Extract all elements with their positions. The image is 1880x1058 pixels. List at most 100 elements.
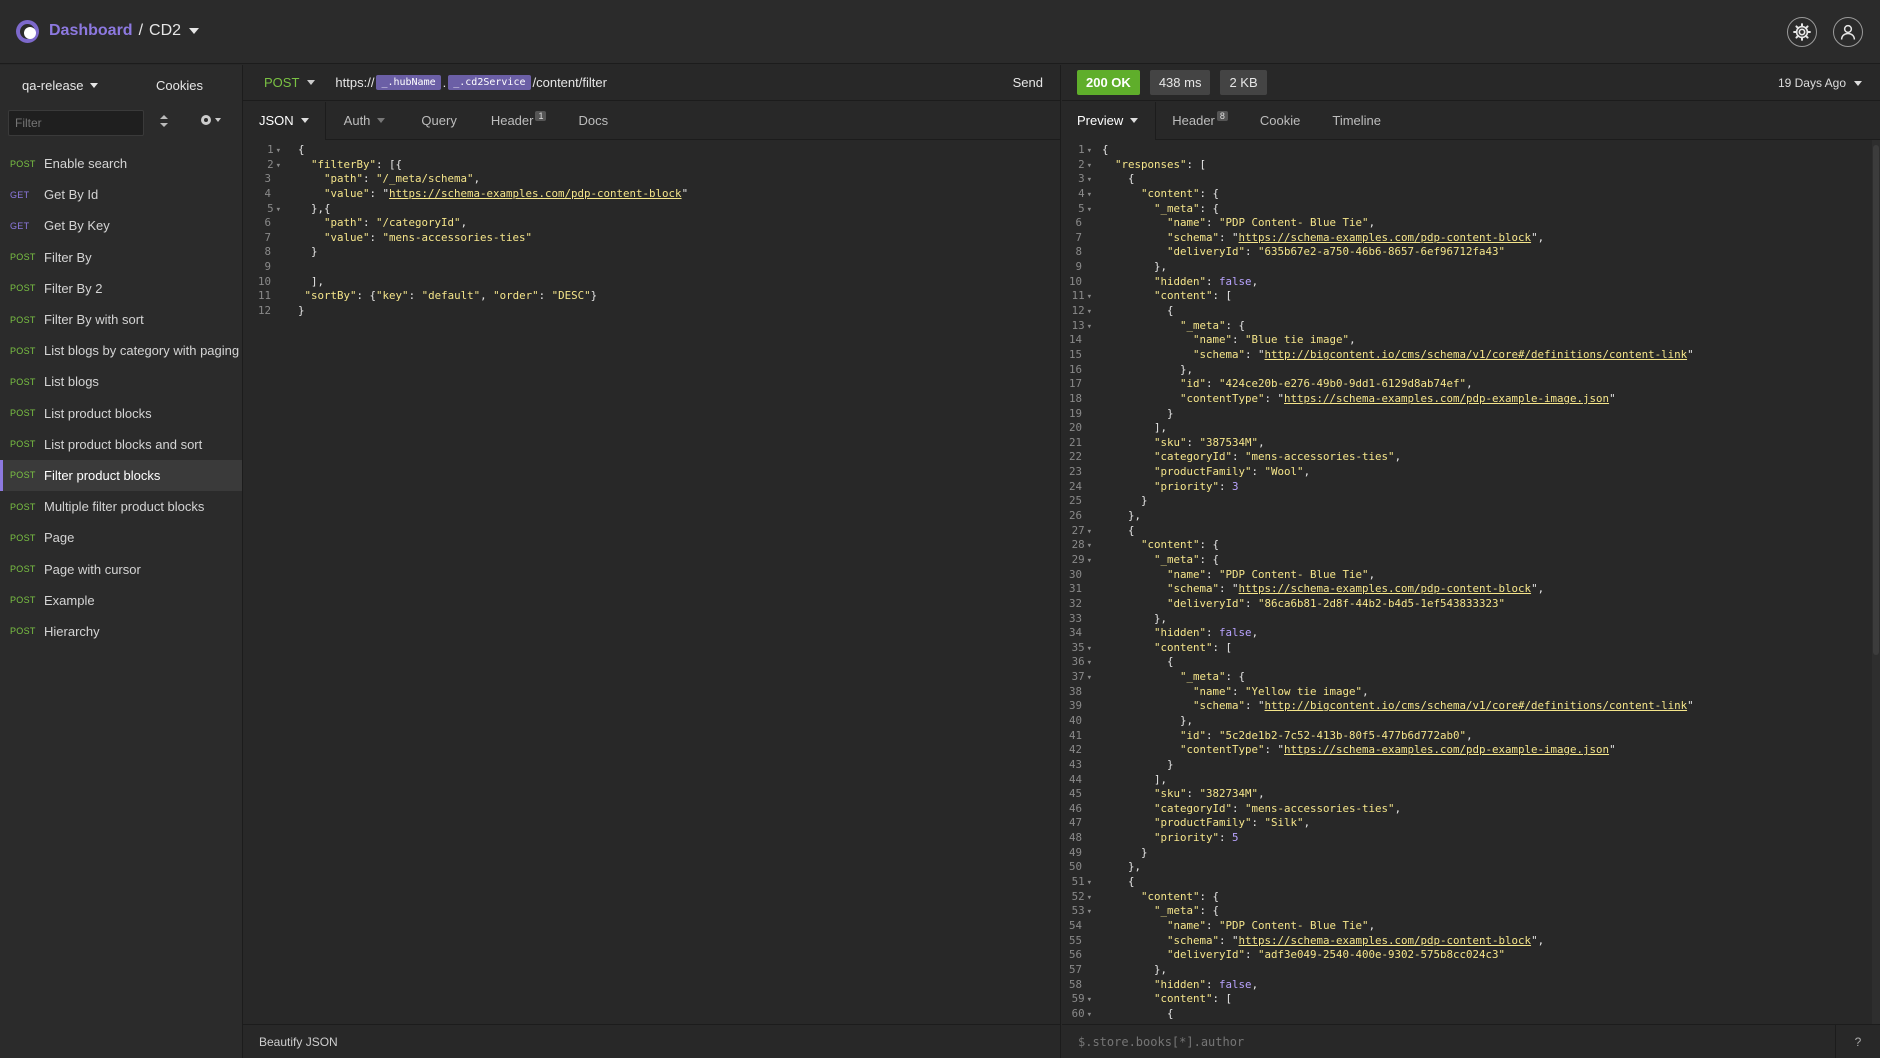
request-name: Enable search — [44, 156, 128, 172]
beautify-json-button[interactable]: Beautify JSON — [243, 1024, 1061, 1058]
code-line: }, — [1102, 260, 1168, 274]
request-method-badge: POST — [10, 501, 36, 512]
line-number: 1 — [243, 143, 281, 158]
code-line: "schema": "http://bigcontent.io/cms/sche… — [1193, 347, 1694, 361]
url-dot: . — [442, 75, 447, 90]
response-filter-bar: ? — [1062, 1024, 1880, 1058]
code-line: "deliveryId": "86ca6b81-2d8f-44b2-b4d5-1… — [1167, 596, 1506, 610]
tab-label: Header — [1172, 113, 1215, 128]
code-line: }, — [1102, 611, 1168, 625]
chevron-down-icon[interactable] — [189, 28, 200, 34]
sidebar-request-item[interactable]: POST List blogs by category with paging — [0, 335, 242, 366]
request-method-badge: POST — [10, 314, 36, 325]
code-line: } — [298, 304, 305, 318]
code-line: { — [1102, 143, 1109, 156]
chevron-down-icon — [307, 80, 316, 85]
sort-button[interactable] — [160, 115, 168, 130]
response-status-bar: 200 OK 438 ms 2 KB 19 Days Ago — [1062, 65, 1880, 101]
sidebar-request-item[interactable]: POST Hierarchy — [0, 616, 242, 647]
line-number: 47 — [1068, 816, 1082, 830]
tab-auth[interactable]: Auth — [326, 102, 402, 140]
sidebar-filter-input[interactable] — [8, 110, 144, 136]
sidebar: qa-release Cookies POST Enable search GETG… — [0, 65, 243, 1058]
tab-timeline[interactable]: Timeline — [1316, 102, 1397, 140]
code-line: "content": { — [1141, 538, 1220, 552]
code-line: "_meta": { — [1154, 201, 1220, 215]
sidebar-request-item[interactable]: POST List product blocks — [0, 398, 242, 429]
code-line: ], — [1102, 421, 1168, 435]
line-number: 39 — [1068, 699, 1082, 713]
sidebar-request-item[interactable]: POST Multiple filter product blocks — [0, 491, 242, 522]
request-name: List product blocks — [44, 405, 152, 421]
chevron-down-icon — [1130, 118, 1139, 123]
sidebar-request-item[interactable]: POST Enable search — [0, 148, 242, 179]
env-variable-tag[interactable]: _.hubName — [376, 75, 441, 90]
code-line: "deliveryId": "635b67e2-a750-46b6-8657-6… — [1167, 245, 1506, 259]
line-number: 3 — [1062, 172, 1092, 187]
request-name: Filter By 2 — [44, 280, 103, 296]
sidebar-request-item[interactable]: POST List product blocks and sort — [0, 429, 242, 460]
request-method-badge: POST — [10, 283, 36, 294]
tab-header[interactable]: Header 1 — [473, 102, 563, 140]
workspace-actions-button[interactable] — [200, 114, 221, 126]
tab-query[interactable]: Query — [401, 102, 472, 140]
response-history-selector[interactable]: 19 Days Ago — [1778, 76, 1862, 90]
code-line: } — [1102, 757, 1174, 771]
code-line: "_meta": { — [1154, 552, 1220, 566]
sidebar-request-item[interactable]: POST Filter By — [0, 242, 242, 273]
send-button[interactable]: Send — [1013, 75, 1043, 90]
sidebar-request-item[interactable]: GET Get By Key — [0, 210, 242, 241]
settings-button[interactable] — [1787, 17, 1817, 47]
line-number: 53 — [1062, 904, 1092, 919]
account-button[interactable] — [1833, 17, 1863, 47]
sidebar-request-item[interactable]: POST Filter product blocks — [0, 459, 242, 492]
line-number: 45 — [1068, 787, 1082, 801]
workspace-name[interactable]: CD2 — [149, 22, 181, 40]
chevron-down-icon — [1854, 80, 1862, 86]
tab-label: Auth — [343, 113, 371, 128]
sidebar-request-item[interactable]: POST Page with cursor — [0, 553, 242, 584]
sidebar-request-item[interactable]: POST Example — [0, 585, 242, 616]
response-filter-input[interactable] — [1078, 1034, 1818, 1049]
help-button[interactable]: ? — [1835, 1025, 1880, 1058]
tab-docs[interactable]: Docs — [562, 102, 624, 140]
sidebar-request-item[interactable]: POST List blogs — [0, 366, 242, 397]
line-number: 3 — [264, 172, 271, 186]
sidebar-request-item[interactable]: POST Filter By 2 — [0, 273, 242, 304]
line-number: 26 — [1068, 509, 1082, 523]
env-variable-tag[interactable]: _.cd2Service — [448, 75, 531, 90]
line-number: 28 — [1062, 538, 1092, 553]
sidebar-request-item[interactable]: POST Page — [0, 522, 242, 553]
line-number: 17 — [1068, 377, 1082, 391]
sidebar-request-item[interactable]: GET Get By Id — [0, 179, 242, 210]
code-line: "_meta": { — [1180, 670, 1246, 684]
tab-json[interactable]: JSON — [243, 101, 326, 140]
request-name: Multiple filter product blocks — [44, 499, 205, 515]
request-method-badge: POST — [10, 626, 36, 637]
chevron-down-icon — [215, 118, 221, 122]
response-scrollbar-thumb[interactable] — [1873, 145, 1879, 655]
line-number: 57 — [1068, 962, 1082, 976]
request-method-badge: POST — [10, 158, 36, 169]
code-lines: { "filterBy": [{ "path": "/_meta/schema"… — [298, 143, 688, 319]
sidebar-request-item[interactable]: POST Filter By with sort — [0, 304, 242, 335]
line-number: 32 — [1068, 596, 1082, 610]
url-input[interactable]: https:// _.hubName . _.cd2Service /conte… — [335, 75, 607, 90]
method-selector[interactable]: POST — [264, 75, 316, 90]
line-number: 6 — [1075, 216, 1082, 230]
tab-preview[interactable]: Preview — [1062, 101, 1157, 140]
line-number: 36 — [1062, 655, 1092, 670]
breadcrumb-dashboard-link[interactable]: Dashboard — [49, 22, 133, 40]
line-number: 9 — [1075, 260, 1082, 274]
code-line: "content": [ — [1154, 640, 1233, 654]
response-size-badge: 2 KB — [1220, 70, 1267, 95]
line-number: 35 — [1062, 641, 1092, 656]
code-line: "path": "/_meta/schema", — [324, 172, 481, 186]
cookies-button[interactable]: Cookies — [156, 78, 203, 93]
tab-response-header[interactable]: Header 8 — [1156, 102, 1244, 140]
environment-selector[interactable]: qa-release — [22, 78, 99, 93]
tab-cookie[interactable]: Cookie — [1244, 102, 1316, 140]
line-number: 6 — [264, 216, 271, 230]
code-line: "schema": "http://bigcontent.io/cms/sche… — [1193, 699, 1694, 713]
line-number: 22 — [1068, 450, 1082, 464]
